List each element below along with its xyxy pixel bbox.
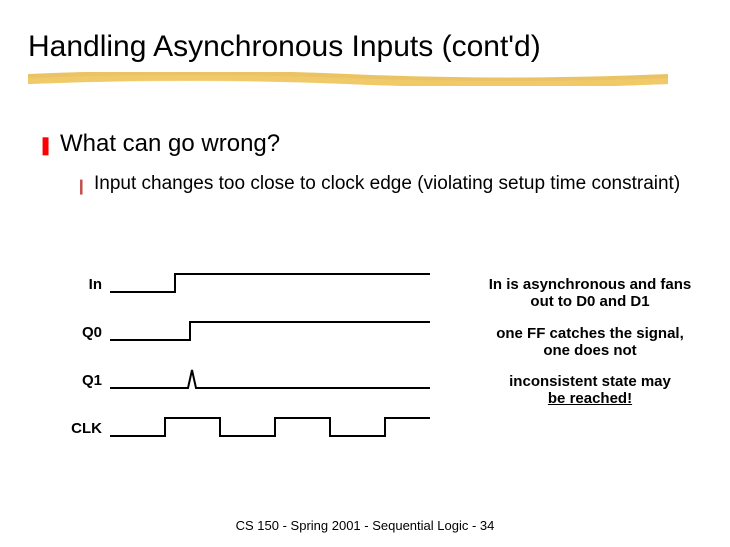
waveform-clk [110,414,430,442]
signal-label-clk: CLK [55,420,110,437]
annotation-3-line2: be reached! [548,390,632,407]
sub-bullet-text: Input changes too close to clock edge (v… [94,172,684,195]
signal-label-q1: Q1 [55,372,110,389]
bullet-z-icon: ❚ [38,135,53,156]
signal-label-q0: Q0 [55,324,110,341]
annotation-2: one FF catches the signal, one does not [485,325,695,360]
title-underline-brush [28,72,668,86]
slide-title: Handling Asynchronous Inputs (cont'd) [0,0,730,64]
slide-footer: CS 150 - Spring 2001 - Sequential Logic … [0,518,730,533]
waveform-diagram: In Q0 Q1 CLK [55,270,445,470]
waveform-q1 [110,366,430,394]
waveform-q0 [110,318,430,346]
main-bullet-text: What can go wrong? [60,130,280,158]
annotation-1: In is asynchronous and fans out to D0 an… [485,276,695,311]
bullet-y-icon: ❙ [75,177,88,195]
signal-label-in: In [55,276,110,293]
annotation-3: inconsistent state may be reached! [485,373,695,408]
annotation-3-line1: inconsistent state may [509,373,671,390]
waveform-in [110,270,430,298]
